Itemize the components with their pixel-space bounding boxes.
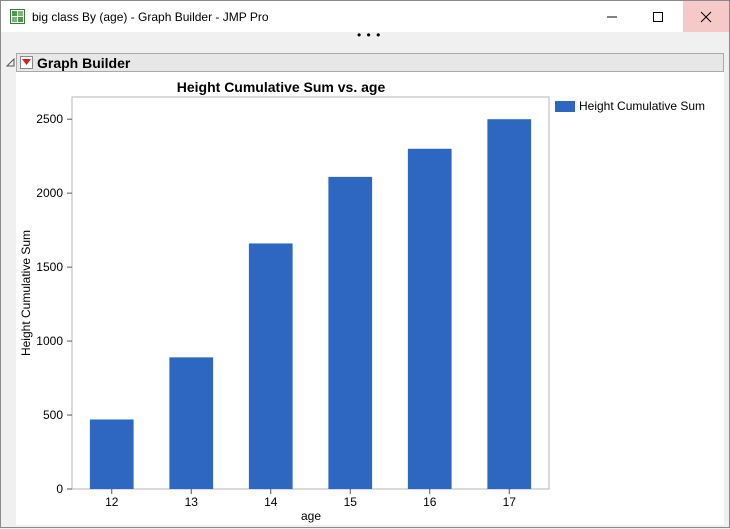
graph-content-area [16,72,724,525]
collapse-triangle-icon[interactable] [6,58,15,67]
maximize-button[interactable] [635,1,681,32]
red-triangle-icon [22,59,31,65]
app-window: big class By (age) - Graph Builder - JMP… [0,0,730,528]
legend-swatch [555,100,575,112]
minimize-icon [607,16,617,17]
more-dots-icon[interactable]: • • • [357,28,381,42]
minimize-button[interactable] [589,1,635,32]
legend-label: Height Cumulative Sum [579,99,706,113]
graph-builder-app-icon [10,9,25,24]
maximize-icon [653,11,663,22]
toolbar-toggle-strip[interactable]: • • • [1,28,729,46]
window-title: big class By (age) - Graph Builder - JMP… [32,10,269,24]
red-triangle-menu-button[interactable] [20,56,33,69]
close-icon [700,11,712,22]
outline-header: Graph Builder [16,53,724,72]
legend[interactable]: Height Cumulative Sum [555,99,705,113]
close-button[interactable] [683,1,729,32]
outline-title: Graph Builder [37,55,131,71]
